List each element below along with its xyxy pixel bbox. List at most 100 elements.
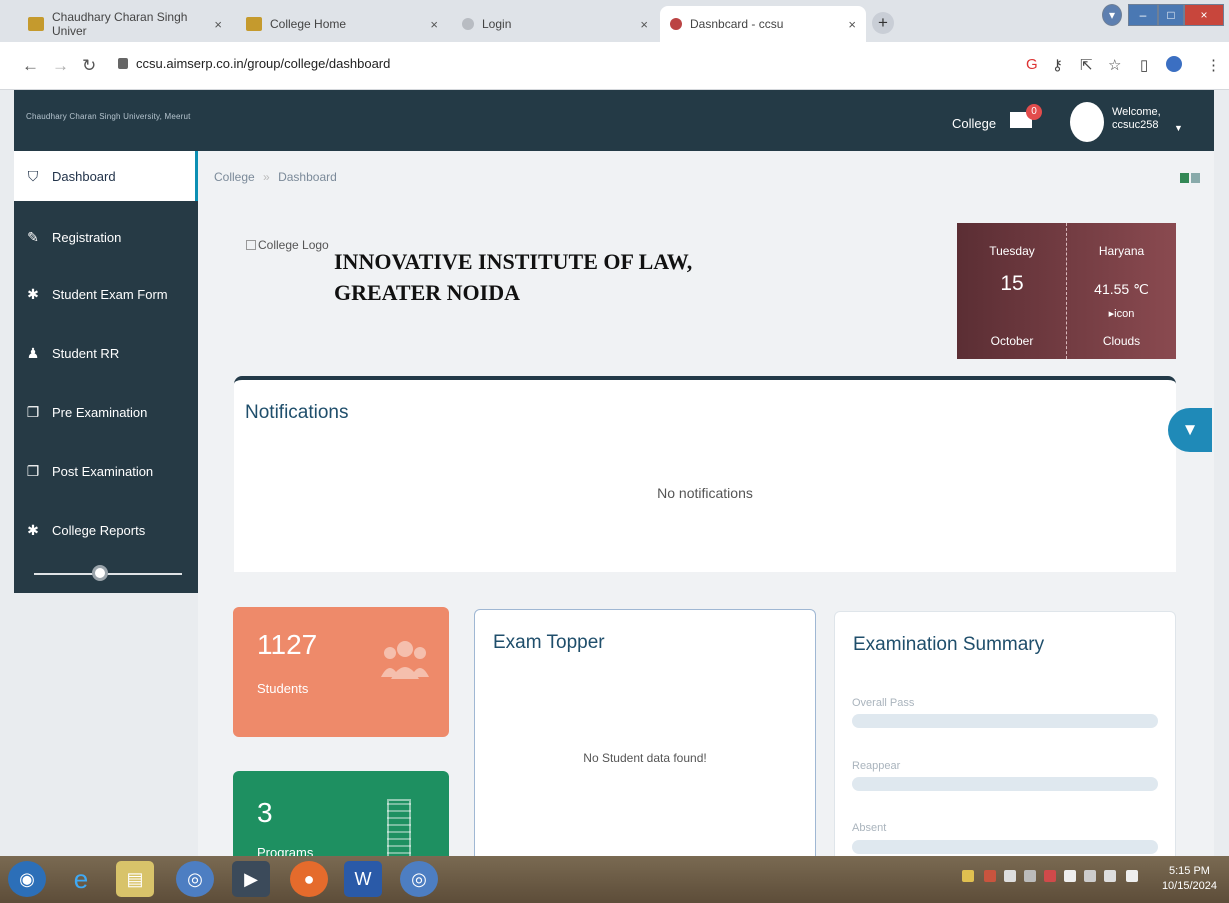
username: ccsuc258 [1112,119,1159,131]
profile-icon[interactable]: ▾ [1102,4,1122,26]
weather-day: Tuesday [989,244,1035,258]
weather-date: Tuesday 15 October [957,223,1067,359]
sidebar-item-label: Post Examination [52,463,154,479]
college-favicon-icon [246,17,262,31]
broken-image-icon [246,240,256,250]
chrome-icon[interactable]: ◎ [176,861,214,897]
star-icon[interactable]: ☆ [1108,56,1121,74]
new-tab-button[interactable]: + [872,12,894,34]
programs-card[interactable]: 3 Programs [233,771,449,861]
college-link[interactable]: College [952,116,996,131]
breadcrumb-current: Dashboard [278,170,337,184]
folder-icon[interactable]: ▤ [116,861,154,897]
sidebar-item-post-examination[interactable]: ❐ Post Examination [14,443,198,499]
tray-icon[interactable] [962,870,974,882]
sidebar-item-label: Dashboard [52,168,116,184]
sidebar-slider-handle[interactable] [92,565,108,581]
sidebar-item-student-rr[interactable]: ♟ Student RR [14,325,198,381]
tray-icon[interactable] [984,870,996,882]
tray-icon[interactable] [1044,870,1056,882]
app-header: Chaudhary Charan Singh University, Meeru… [14,90,1214,151]
sidebar-slider-track[interactable] [34,573,182,575]
tray-icon[interactable] [1024,870,1036,882]
media-player-icon[interactable]: ▶ [232,861,270,897]
summary-label: Overall Pass [852,697,915,709]
edit-icon: ✎ [27,228,39,245]
system-clock[interactable]: 5:15 PM 10/15/2024 [1162,864,1217,894]
asterisk-icon: ✱ [27,285,39,302]
close-icon[interactable]: × [430,17,438,32]
sidebar: ⛉ Dashboard ✎ Registration ✱ Student Exa… [14,151,198,593]
exam-summary-panel: Examination Summary Overall Pass Reappea… [834,611,1176,871]
volume-icon[interactable] [1104,870,1116,882]
start-button[interactable]: ◉ [8,861,46,897]
firefox-icon[interactable]: ● [290,861,328,897]
share-icon[interactable]: ⇱ [1080,56,1093,74]
tab-title: Chaudhary Charan Singh Univer [52,10,188,38]
filter-icon[interactable]: ▼ [1168,408,1212,452]
weather-location: Haryana [1098,244,1145,258]
weather-icon-alt: icon [1114,308,1135,320]
summary-label: Reappear [852,760,901,772]
tab-login[interactable]: Login × [452,6,658,42]
reload-icon[interactable]: ↻ [82,56,96,76]
tray-icon[interactable] [1064,870,1076,882]
layout-toggle-icon[interactable] [1180,173,1200,183]
exam-summary-title: Examination Summary [853,634,1045,655]
avatar[interactable] [1070,102,1104,142]
sidebar-item-registration[interactable]: ✎ Registration [14,209,198,265]
university-favicon-icon [28,17,44,31]
breadcrumb-root[interactable]: College [214,170,255,184]
close-icon[interactable]: × [640,17,648,32]
minimize-button[interactable]: – [1128,4,1158,26]
tab-dashboard[interactable]: Dasnbcard - ccsu × [660,6,866,42]
ie-icon[interactable]: e [62,861,100,897]
sidebar-item-dashboard[interactable]: ⛉ Dashboard [14,151,198,201]
menu-icon[interactable]: ⋮ [1206,56,1221,74]
absent-bar [852,840,1158,854]
sidepanel-icon[interactable]: ▯ [1140,56,1148,74]
page-favicon-icon [462,18,474,30]
chrome-icon[interactable]: ◎ [400,861,438,897]
maximize-button[interactable]: □ [1158,4,1184,26]
tab-title: Dasnbcard - ccsu [690,17,784,31]
forward-icon[interactable]: → [52,56,69,76]
sidebar-item-label: Student Exam Form [52,286,168,302]
network-icon[interactable] [1084,870,1096,882]
tray-icon[interactable] [1004,870,1016,882]
address-bar: ← → ↻ ccsu.aimserp.co.in/group/college/d… [0,42,1229,90]
tab-title: Login [482,17,512,31]
tab-college-home[interactable]: College Home × [236,6,448,42]
person-icon: ♟ [26,344,40,361]
sidebar-item-student-exam-form[interactable]: ✱ Student Exam Form [14,266,198,322]
tab-ccsu[interactable]: Chaudhary Charan Singh Univer × [18,6,232,42]
brand-title[interactable]: Chaudhary Charan Singh University, Meeru… [26,112,191,121]
main-content: College » Dashboard College Logo INNOVAT… [198,151,1214,871]
window-close-button[interactable]: × [1184,4,1224,26]
taskbar: ◉ e ▤ ◎ ▶ ● W ◎ 5:15 PM 10/15/2024 [0,856,1229,903]
user-menu[interactable]: Welcome, ccsuc258 [1112,106,1161,132]
students-card[interactable]: 1127 Students [233,607,449,737]
profile-avatar-icon[interactable] [1166,56,1182,72]
url-field[interactable]: ccsu.aimserp.co.in/group/college/dashboa… [118,56,390,71]
sidebar-item-college-reports[interactable]: ✱ College Reports [14,502,198,558]
sidebar-item-pre-examination[interactable]: ❐ Pre Examination [14,384,198,440]
close-icon[interactable]: × [214,17,222,32]
back-icon[interactable]: ← [22,56,39,76]
notification-icon[interactable] [1126,870,1138,882]
lock-icon [118,58,128,69]
google-g-icon[interactable]: G [1026,56,1038,73]
url-text: ccsu.aimserp.co.in/group/college/dashboa… [136,56,391,71]
asterisk-icon: ✱ [27,521,39,538]
copy-icon: ❐ [26,403,40,420]
key-icon[interactable]: ⚷ [1052,56,1063,74]
close-icon[interactable]: × [848,17,856,32]
weather-info: Haryana 41.55 ℃ ▸icon Clouds [1067,223,1176,359]
word-icon[interactable]: W [344,861,382,897]
exam-topper-panel: Exam Topper No Student data found! [474,609,816,869]
programs-count: 3 [257,797,273,828]
chevron-down-icon[interactable]: ▼ [1174,123,1183,133]
breadcrumb-separator: » [263,170,270,184]
users-icon [381,639,429,679]
notifications-panel: Notifications No notifications [234,376,1176,572]
